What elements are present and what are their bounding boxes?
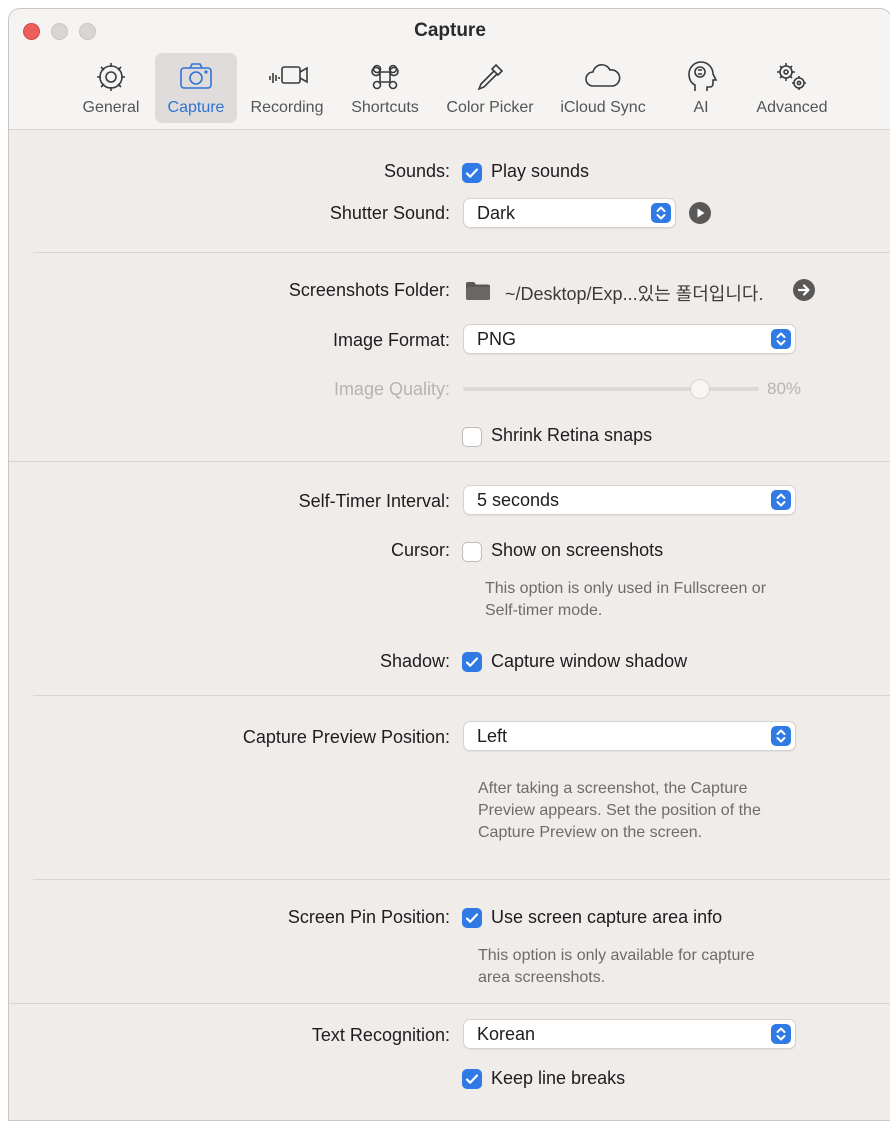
chevron-updown-icon: [651, 203, 671, 223]
image-quality-slider-knob[interactable]: [689, 379, 710, 399]
shrink-retina-label: Shrink Retina snaps: [491, 425, 653, 445]
cursor-label: Cursor:: [390, 540, 450, 560]
tab-label: iCloud Sync: [560, 99, 646, 116]
tab-icloud-sync[interactable]: iCloud Sync: [553, 53, 653, 123]
video-camera-icon: [264, 57, 310, 97]
tab-label: Shortcuts: [351, 99, 419, 116]
cursor-note-line-1: This option is only used in Fullscreen o…: [485, 580, 767, 597]
title-bar: Capture General Capture Recording Shortc…: [9, 9, 890, 130]
capture-shadow-label: Capture window shadow: [491, 651, 688, 671]
image-format-label: Image Format:: [332, 330, 450, 350]
chevron-updown-icon: [771, 490, 791, 510]
gear-icon: [93, 57, 129, 97]
section-divider: [33, 252, 890, 253]
tab-advanced[interactable]: Advanced: [747, 53, 837, 123]
image-quality-label: Image Quality:: [333, 379, 450, 399]
preview-note-line-1: After taking a screenshot, the Capture: [478, 780, 748, 797]
chevron-updown-icon: [771, 726, 791, 746]
section-divider: [9, 461, 890, 462]
gears-icon: [772, 57, 812, 97]
tab-shortcuts[interactable]: Shortcuts: [343, 53, 427, 123]
folder-icon: [465, 281, 491, 306]
arrow-right-icon: [797, 284, 810, 296]
tab-label: General: [82, 99, 140, 116]
cloud-icon: [582, 57, 624, 97]
screen-pin-note-line-1: This option is only available for captur…: [478, 947, 755, 964]
camera-icon: [177, 57, 215, 97]
screen-pin-checkbox-label: Use screen capture area info: [491, 907, 723, 927]
tab-color-picker[interactable]: Color Picker: [439, 53, 541, 123]
checkmark-icon: [465, 168, 479, 178]
preview-note-line-2: Preview appears. Set the position of the: [478, 802, 761, 819]
text-recognition-label: Text Recognition:: [311, 1025, 450, 1045]
checkmark-icon: [465, 657, 479, 667]
tab-capture[interactable]: Capture: [155, 53, 237, 123]
preview-position-label: Capture Preview Position:: [242, 727, 450, 747]
preferences-toolbar: General Capture Recording Shortcuts Colo…: [9, 53, 890, 125]
tab-label: AI: [693, 99, 709, 116]
cursor-note-line-2: Self-timer mode.: [485, 602, 603, 619]
tab-label: Capture: [167, 99, 225, 116]
shadow-label: Shadow:: [379, 651, 450, 671]
section-divider: [33, 695, 890, 696]
tab-label: Recording: [250, 99, 324, 116]
shutter-sound-value: Dark: [477, 203, 516, 223]
preview-position-value: Left: [477, 726, 508, 746]
play-sounds-label: Play sounds: [491, 161, 590, 181]
section-divider: [9, 1003, 890, 1004]
capture-shadow-checkbox[interactable]: [462, 652, 482, 672]
play-sound-button[interactable]: [689, 202, 711, 224]
screen-pin-note-line-2: area screenshots.: [478, 969, 606, 986]
reveal-folder-button[interactable]: [793, 279, 815, 301]
keep-line-breaks-checkbox[interactable]: [462, 1069, 482, 1089]
screen-pin-label: Screen Pin Position:: [287, 907, 450, 927]
sounds-label: Sounds:: [383, 161, 450, 181]
image-quality-slider[interactable]: [463, 387, 759, 391]
image-format-select[interactable]: PNG: [463, 324, 796, 354]
tab-recording[interactable]: Recording: [245, 53, 329, 123]
screenshots-folder-label: Screenshots Folder:: [288, 280, 450, 300]
shutter-sound-select[interactable]: Dark: [463, 198, 676, 228]
tab-general[interactable]: General: [75, 53, 147, 123]
screenshots-folder-path[interactable]: ~/Desktop/Exp...있는 폴더입니다.: [505, 280, 764, 306]
checkmark-icon: [465, 913, 479, 923]
command-icon: [367, 57, 403, 97]
tab-label: Advanced: [756, 99, 828, 116]
show-cursor-label: Show on screenshots: [491, 540, 664, 560]
shutter-sound-label: Shutter Sound:: [329, 203, 450, 223]
show-cursor-checkbox[interactable]: [462, 542, 482, 562]
image-format-value: PNG: [477, 329, 517, 349]
preview-position-select[interactable]: Left: [463, 721, 796, 751]
section-divider: [33, 879, 890, 880]
keep-line-breaks-label: Keep line breaks: [491, 1068, 626, 1088]
text-recognition-value: Korean: [477, 1024, 536, 1044]
screen-pin-checkbox[interactable]: [462, 908, 482, 928]
image-quality-value: 80%: [767, 379, 802, 398]
chevron-updown-icon: [771, 1024, 791, 1044]
chevron-updown-icon: [771, 329, 791, 349]
self-timer-select[interactable]: 5 seconds: [463, 485, 796, 515]
preview-note-line-3: Capture Preview on the screen.: [478, 824, 703, 841]
play-icon: [697, 208, 705, 218]
window-title: Capture: [414, 20, 486, 41]
shrink-retina-checkbox[interactable]: [462, 427, 482, 447]
tab-label: Color Picker: [446, 99, 534, 116]
self-timer-label: Self-Timer Interval:: [298, 491, 450, 511]
text-recognition-select[interactable]: Korean: [463, 1019, 796, 1049]
head-brain-icon: [683, 57, 719, 97]
preferences-window: Capture General Capture Recording Shortc…: [8, 8, 890, 1121]
eyedropper-icon: [472, 57, 508, 97]
tab-ai[interactable]: AI: [673, 53, 729, 123]
checkmark-icon: [465, 1074, 479, 1084]
play-sounds-checkbox[interactable]: [462, 163, 482, 183]
self-timer-value: 5 seconds: [477, 490, 560, 510]
